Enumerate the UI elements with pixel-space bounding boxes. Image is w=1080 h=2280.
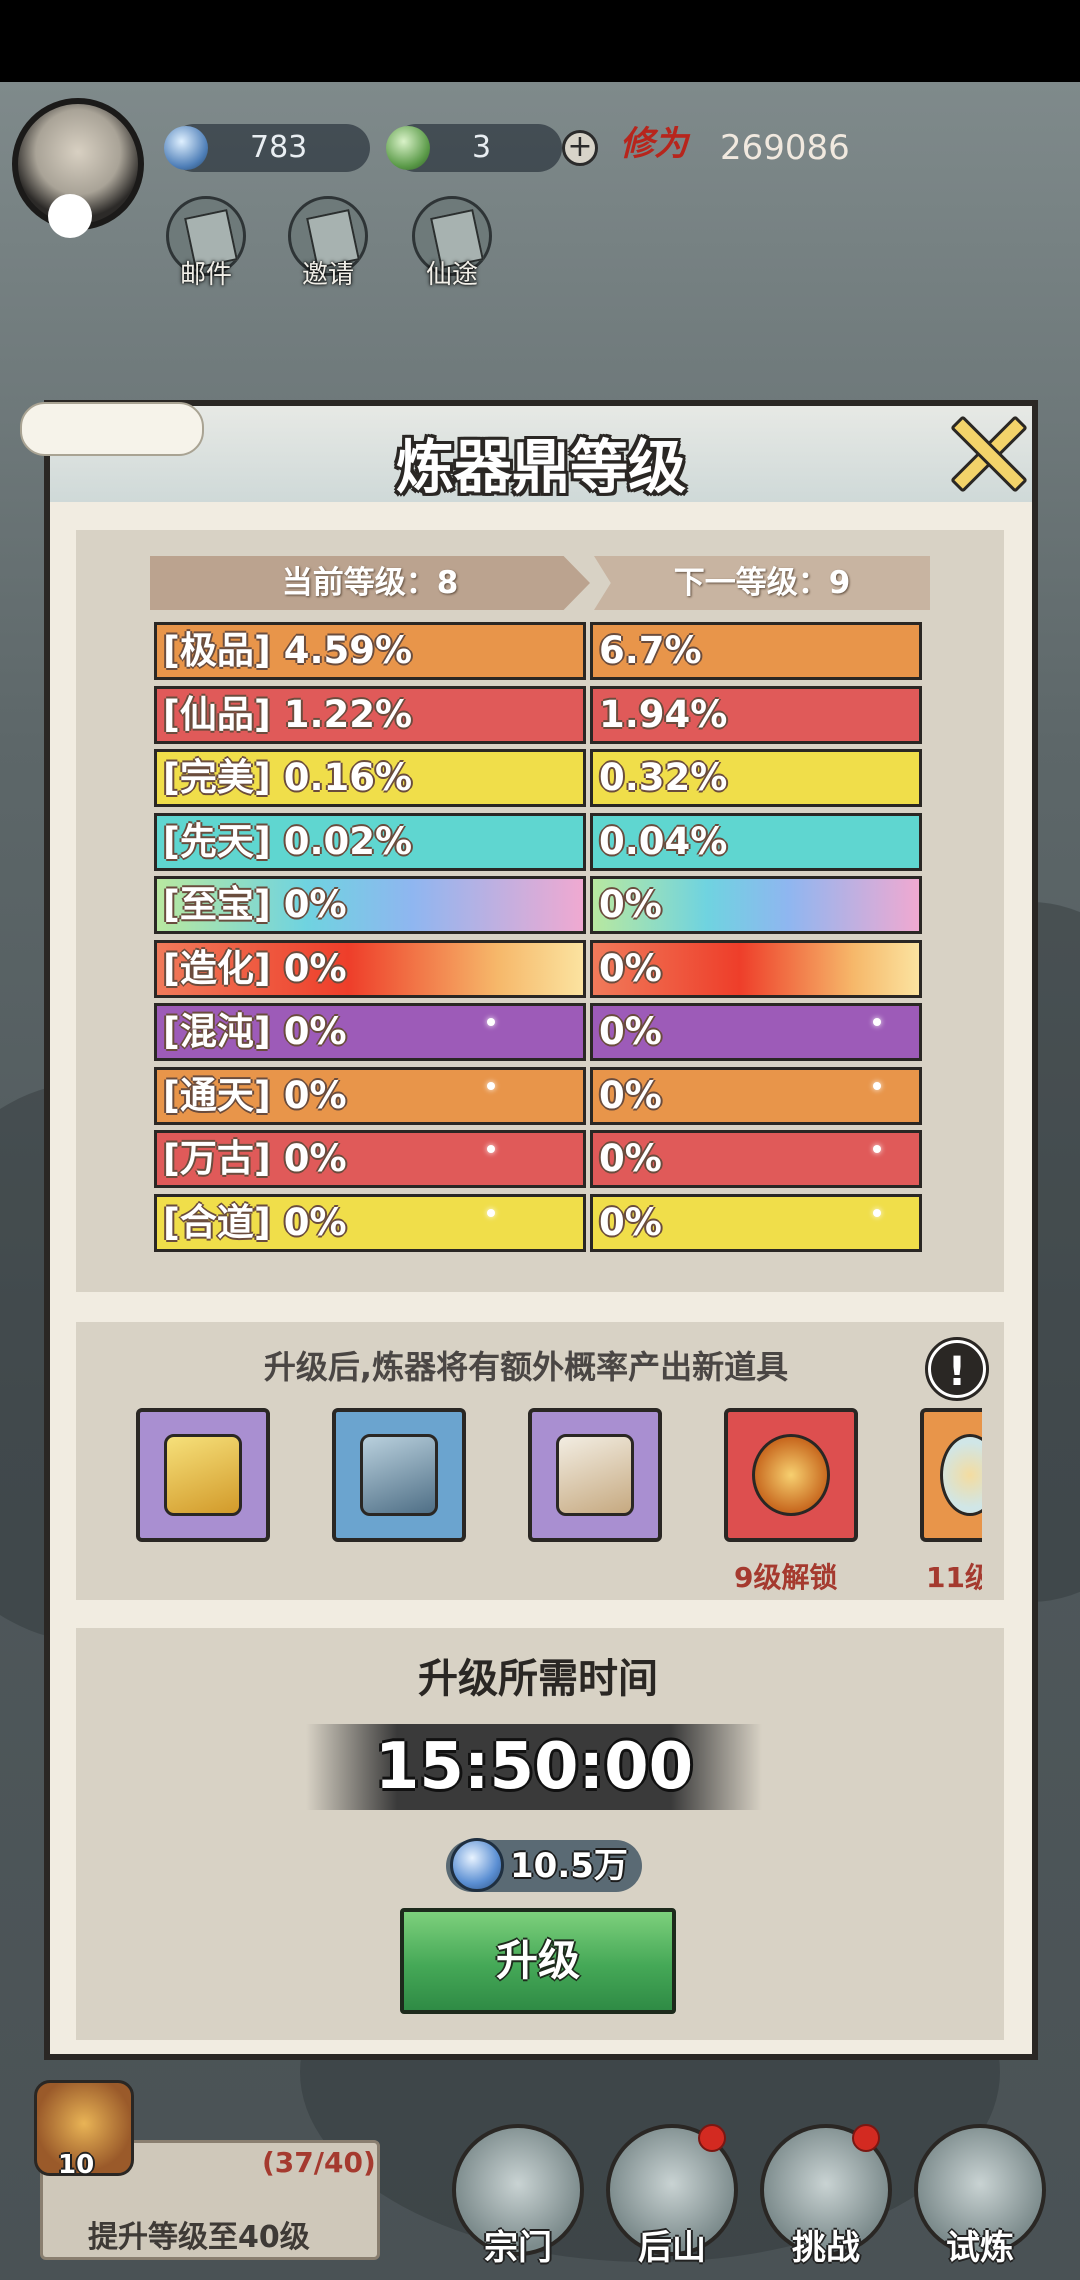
next-rate-cell: 0% — [590, 940, 922, 998]
current-rate-cell: [混沌] 0% — [154, 1003, 586, 1061]
jade-icon — [386, 126, 430, 170]
next-rate-cell: 0.32% — [590, 749, 922, 807]
spirit-stone-value: 783 — [250, 130, 308, 165]
next-rate-cell: 0% — [590, 1003, 922, 1061]
reward-item-1[interactable] — [136, 1408, 270, 1542]
reward-item-5[interactable] — [920, 1408, 982, 1542]
next-rate-cell: 0.04% — [590, 813, 922, 871]
sparkle-effect — [873, 1018, 881, 1026]
info-icon[interactable]: ! — [925, 1337, 989, 1401]
current-rate-cell: [完美] 0.16% — [154, 749, 586, 807]
dialog-header: 炼器鼎等级 — [20, 402, 1032, 502]
status-bar — [0, 0, 1080, 82]
flour-sack-icon — [556, 1434, 634, 1516]
gold-token-icon — [164, 1434, 242, 1516]
immortal-path-label: 仙途 — [425, 260, 478, 290]
upgrade-time-title: 升级所需时间 — [418, 1656, 658, 1702]
notification-dot — [852, 2124, 880, 2152]
flame-orb-icon — [752, 1434, 830, 1516]
reward-item-4[interactable] — [724, 1408, 858, 1542]
current-rate-cell: [先天] 0.02% — [154, 813, 586, 871]
current-rate-cell: [仙品] 1.22% — [154, 686, 586, 744]
task-progress: (37/40) — [262, 2146, 376, 2179]
chest-count: 10 — [58, 2150, 95, 2180]
dialog-title: 炼器鼎等级 — [395, 433, 686, 501]
next-level-header: 下一等级：9 — [594, 556, 930, 610]
close-button[interactable] — [946, 414, 1028, 493]
upgrade-timer: 15:50:00 — [306, 1724, 762, 1810]
jade-counter[interactable]: 3 — [386, 124, 562, 172]
reward-description: 升级后,炼器将有额外概率产出新道具 — [263, 1348, 789, 1386]
avatar-indicator — [48, 194, 92, 238]
next-rate-cell: 0% — [590, 1067, 922, 1125]
reward-item-3[interactable] — [528, 1408, 662, 1542]
invite-label: 邀请 — [301, 260, 354, 290]
cultivation-power: 修为 269086 — [620, 116, 860, 176]
current-rate-cell: [至宝] 0% — [154, 876, 586, 934]
next-rate-cell: 1.94% — [590, 686, 922, 744]
unlock-level-label-2: 11级 — [926, 1561, 982, 1594]
notification-dot — [698, 2124, 726, 2152]
nav-backmountain-label: 后山 — [638, 2228, 706, 2268]
add-jade-button[interactable]: + — [562, 130, 598, 166]
nav-trial-label: 试炼 — [946, 2228, 1014, 2268]
next-rate-cell: 0% — [590, 876, 922, 934]
upgrade-cost-value: 10.5万 — [510, 1846, 628, 1886]
cultivation-value: 269086 — [720, 128, 850, 168]
sparkle-effect — [487, 1082, 495, 1090]
sparkle-effect — [873, 1209, 881, 1217]
sparkle-effect — [487, 1209, 495, 1217]
current-rate-cell: [极品] 4.59% — [154, 622, 586, 680]
nav-sect-label: 宗门 — [484, 2228, 552, 2268]
next-rate-cell: 0% — [590, 1194, 922, 1252]
current-rate-cell: [通天] 0% — [154, 1067, 586, 1125]
cauldron-machine-icon — [360, 1434, 438, 1516]
sparkle-effect — [873, 1145, 881, 1153]
nav-challenge-label: 挑战 — [792, 2228, 860, 2268]
upgrade-button[interactable]: 升级 — [400, 1908, 676, 2014]
sparkle-effect — [873, 1082, 881, 1090]
current-rate-cell: [造化] 0% — [154, 940, 586, 998]
jade-value: 3 — [472, 130, 492, 165]
unlock-level-label: 9级解锁 — [734, 1561, 838, 1594]
upgrade-cost: 10.5万 — [446, 1838, 642, 1892]
cultivation-badge: 修为 — [620, 124, 688, 164]
sparkle-effect — [487, 1145, 495, 1153]
spirit-stone-counter[interactable]: 783 — [164, 124, 370, 172]
next-rate-cell: 6.7% — [590, 622, 922, 680]
current-rate-cell: [万古] 0% — [154, 1130, 586, 1188]
next-rate-cell: 0% — [590, 1130, 922, 1188]
task-description: 提升等级至40级 — [88, 2220, 310, 2255]
mail-label: 邮件 — [179, 260, 232, 290]
spirit-stone-icon — [164, 126, 208, 170]
reward-item-2[interactable] — [332, 1408, 466, 1542]
spirit-stone-icon — [450, 1838, 504, 1892]
current-level-header: 当前等级：8 — [150, 556, 590, 610]
bowl-icon — [940, 1434, 982, 1516]
sparkle-effect — [487, 1018, 495, 1026]
current-rate-cell: [合道] 0% — [154, 1194, 586, 1252]
